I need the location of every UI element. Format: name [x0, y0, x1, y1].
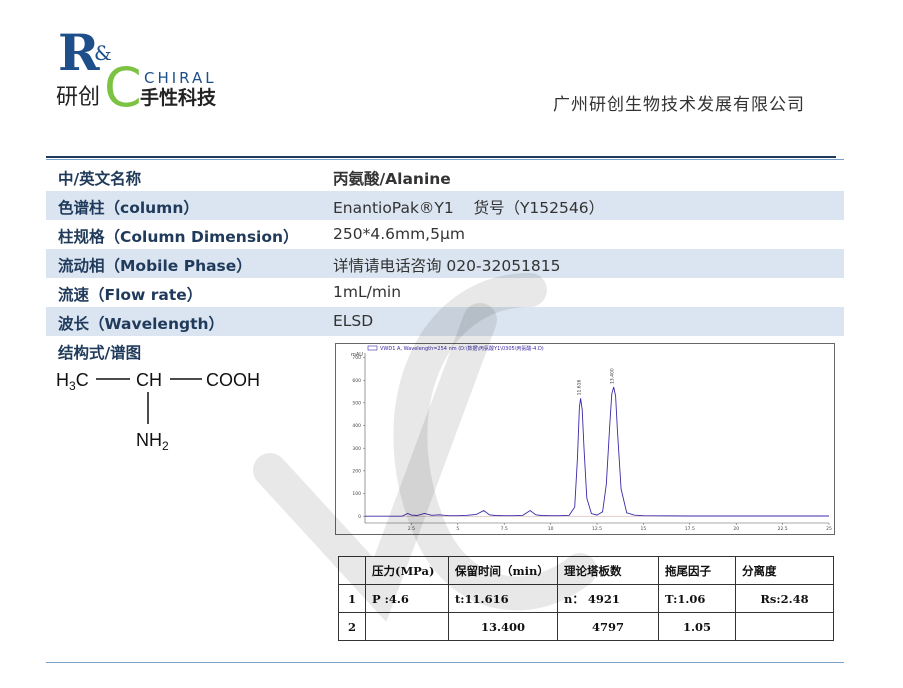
x-tick-label: 17.5 [685, 526, 695, 532]
y-tick-label: 0 [358, 514, 361, 520]
y-tick-label: 500 [352, 400, 361, 406]
x-tick-label: 10 [548, 526, 554, 532]
table-header-cell: 理论塔板数 [557, 556, 659, 585]
x-tick-label: 5 [456, 526, 459, 532]
info-row-column: 色谱柱（column） EnantioPak®Y1 货号（Y152546） [46, 191, 844, 220]
info-row-dimension: 柱规格（Column Dimension） 250*4.6mm,5μm [46, 220, 844, 249]
table-cell: t:11.616 [448, 584, 558, 613]
company-name: 广州研创生物技术发展有限公司 [553, 95, 805, 115]
results-table: 压力(MPa) 保留时间（min） 理论塔板数 拖尾因子 分离度 1 P :4.… [338, 556, 834, 641]
y-tick-label: 400 [352, 423, 361, 429]
chart-frame [335, 343, 835, 535]
header-rule [46, 156, 836, 158]
table-cell: 1.05 [658, 612, 736, 641]
logo-letter-c: C [104, 56, 142, 118]
table-cell: 2 [338, 612, 366, 641]
info-key: 色谱柱（column） [58, 199, 199, 217]
x-tick-label: 2.5 [408, 526, 415, 532]
x-tick-label: 15 [641, 526, 647, 532]
logo-cn-left: 研创 [56, 85, 100, 110]
logo-cn-right: 手性科技 [140, 86, 217, 109]
table-cell [735, 612, 834, 641]
table-cell: n： 4921 [557, 584, 659, 613]
info-value: 250*4.6mm,5μm [333, 225, 465, 243]
info-key: 波长（Wavelength） [58, 315, 225, 333]
peak-label: 11.616 [577, 379, 583, 395]
x-tick-label: 25 [826, 526, 832, 532]
info-row-flow-rate: 流速（Flow rate） 1mL/min [46, 278, 844, 307]
y-tick-label: 300 [352, 446, 361, 452]
table-header-cell [338, 556, 366, 585]
header-rule-light [46, 159, 844, 160]
table-cell: 4797 [557, 612, 659, 641]
peak-label: 13.400 [610, 368, 616, 384]
table-cell: Rs:2.48 [735, 584, 834, 613]
info-key: 流速（Flow rate） [58, 286, 203, 304]
chromatogram-chart: VWD1 A, Wavelength=254 nm (D:\数据\丙氨酸Y1\0… [335, 343, 835, 535]
x-tick-label: 7.5 [501, 526, 508, 532]
table-cell: T:1.06 [658, 584, 736, 613]
info-row-mobile-phase: 流动相（Mobile Phase） 详情请电话咨询 020-32051815 [46, 249, 844, 278]
table-header-row: 压力(MPa) 保留时间（min） 理论塔板数 拖尾因子 分离度 [338, 556, 834, 585]
structure-ch: CH [136, 370, 162, 390]
structure-ch3: H3C [56, 370, 89, 393]
table-cell [365, 612, 449, 641]
footer-rule [46, 662, 844, 663]
table-row: 2 13.400 4797 1.05 [338, 612, 834, 641]
y-tick-label: 600 [352, 378, 361, 384]
table-cell: 1 [338, 584, 366, 613]
table-header-cell: 压力(MPa) [365, 556, 449, 585]
chart-title: VWD1 A, Wavelength=254 nm (D:\数据\丙氨酸Y1\0… [380, 345, 544, 352]
info-key: 中/英文名称 [58, 170, 142, 188]
table-header-cell: 保留时间（min） [448, 556, 558, 585]
info-row-wavelength: 波长（Wavelength） ELSD [46, 307, 844, 336]
company-logo: R & C CHIRAL 研创 手性科技 [56, 23, 217, 118]
structure-nh2: NH2 [136, 430, 169, 453]
x-tick-label: 22.5 [778, 526, 788, 532]
info-value: ELSD [333, 312, 374, 330]
table-cell: 13.400 [448, 612, 558, 641]
table-header-cell: 分离度 [735, 556, 834, 585]
y-tick-label: 200 [352, 468, 361, 474]
structure-cooh: COOH [206, 370, 260, 390]
x-tick-label: 12.5 [592, 526, 602, 532]
x-tick-label: 20 [733, 526, 739, 532]
table-cell: P :4.6 [365, 584, 449, 613]
info-key: 柱规格（Column Dimension） [58, 228, 299, 246]
info-value: 详情请电话咨询 020-32051815 [333, 257, 561, 275]
info-value: 1mL/min [333, 283, 402, 301]
info-value: 丙氨酸/Alanine [333, 170, 451, 188]
logo-chiral: CHIRAL [144, 69, 217, 87]
info-row-name: 中/英文名称 丙氨酸/Alanine [46, 162, 844, 191]
chemical-structure: H3C CH COOH NH2 [56, 370, 260, 453]
table-row: 1 P :4.6 t:11.616 n： 4921 T:1.06 Rs:2.48 [338, 584, 834, 613]
info-value: EnantioPak®Y1 货号（Y152546） [333, 199, 605, 217]
structure-label: 结构式/谱图 [58, 344, 142, 362]
table-header-cell: 拖尾因子 [658, 556, 736, 585]
y-tick-label: 100 [352, 491, 361, 497]
info-key: 流动相（Mobile Phase） [58, 257, 252, 275]
y-tick-label: 700 [352, 355, 361, 361]
